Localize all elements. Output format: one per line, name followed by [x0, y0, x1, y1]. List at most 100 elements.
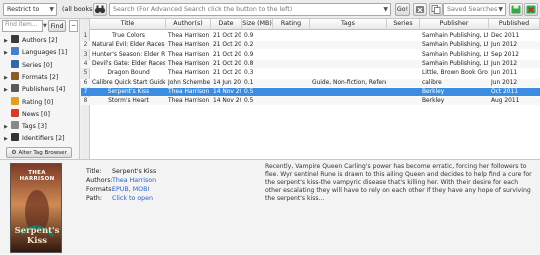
column-header[interactable]: Date	[211, 19, 242, 30]
title-value: Serpent's Kiss	[112, 168, 157, 175]
table-row[interactable]: 2 Natural Evil: Elder Races, Bo...Thea Ha…	[81, 41, 540, 50]
cell-size: 0.2	[244, 42, 254, 49]
table-row[interactable]: 6 Calibre Quick Start Guide John Schember 1…	[81, 78, 540, 87]
cell-date: 21 Oct 2012	[213, 51, 241, 58]
save-search-button[interactable]	[509, 3, 523, 16]
clear-search-button[interactable]	[413, 3, 427, 16]
minus-icon: −	[70, 22, 77, 29]
cell-series	[389, 60, 419, 68]
tag-category-item[interactable]: Series [0]	[4, 59, 78, 73]
book-cover[interactable]: THEA HARRISON Serpent's Kiss	[10, 163, 62, 253]
go-button[interactable]: Go!	[395, 3, 410, 16]
column-header[interactable]: Author(s)	[166, 19, 211, 30]
expand-arrow-icon[interactable]: ▶	[4, 72, 9, 84]
tag-category-item[interactable]: ▶ Authors [2]	[4, 35, 78, 48]
cell-tags	[312, 32, 386, 40]
cell-date: 14 Nov 2011	[213, 88, 241, 95]
cell-publisher: Samhain Publishing, Ltd.	[422, 60, 488, 67]
cell-series	[389, 41, 419, 49]
table-row[interactable]: 4 Devil's Gate: Elder Races, Bo...Thea Ha…	[81, 59, 540, 68]
table-row[interactable]: 3 Hunter's Season: Elder Race...Thea Harr…	[81, 51, 540, 59]
cell-size: 0.5	[244, 98, 254, 105]
restrict-to-label: Restrict to	[7, 6, 40, 13]
find-row: Find item... ▼ Find −	[2, 20, 78, 33]
expand-arrow-icon[interactable]: ▶	[4, 133, 9, 145]
cell-publisher: Berkley	[422, 98, 445, 105]
formats-link[interactable]: EPUB, MOBI	[112, 186, 149, 193]
path-link[interactable]: Click to open	[112, 195, 153, 202]
table-row[interactable]: 5 Dragon Bound Thea Harrison21 Oct 20120.3…	[81, 69, 540, 77]
tag-category-label: Authors [2]	[22, 37, 58, 44]
advanced-search-button[interactable]	[93, 3, 107, 16]
authors-link[interactable]: Thea Harrison	[112, 177, 156, 184]
tag-category-item[interactable]: ▶ Publishers [4]	[4, 84, 78, 97]
cell-rating	[275, 69, 309, 77]
chevron-down-icon: ▼	[383, 6, 388, 13]
cell-rating	[275, 60, 309, 68]
column-header[interactable]: Published	[489, 19, 540, 30]
restrict-to-combo[interactable]: Restrict to ▼	[3, 3, 57, 16]
cell-size: 0.1	[244, 79, 254, 86]
column-header[interactable]: Rating	[273, 19, 310, 30]
cell-title: Storm's Heart	[108, 98, 149, 105]
table-row[interactable]: 1 True Colors Thea Harrison21 Oct 20120.9 S…	[81, 32, 540, 40]
cell-rating	[275, 41, 309, 49]
tag-category-item[interactable]: ▶ Identifiers [2]	[4, 133, 78, 146]
cell-series	[389, 51, 419, 59]
copy-icon	[431, 5, 441, 14]
table-row[interactable]: 7 Serpent's Kiss Thea Harrison14 Nov 20110…	[81, 87, 540, 96]
tag-category-item[interactable]: Rating [0]	[4, 96, 78, 110]
tag-category-label: Rating [0]	[22, 98, 54, 106]
column-header[interactable]: Tags	[310, 19, 387, 30]
column-header[interactable]: Publisher	[420, 19, 489, 30]
cell-published: Jun 2012	[491, 60, 518, 67]
copy-search-button[interactable]	[429, 3, 443, 16]
series-icon	[11, 59, 19, 68]
book-list: Title Author(s) Date Size (MB) Rating Tags Ser…	[81, 19, 540, 159]
tag-category-item[interactable]: ▶ Formats [2]	[4, 71, 78, 85]
alter-tag-browser-button[interactable]: ⚙ Alter Tag Browser	[6, 147, 72, 158]
row-number: 8	[83, 98, 88, 105]
search-toolbar: Restrict to ▼ (all books) Search (For Ad…	[0, 0, 540, 19]
alter-tag-browser-label: Alter Tag Browser	[18, 150, 67, 156]
expand-arrow-icon[interactable]: ▶	[4, 121, 9, 133]
search-input[interactable]: Search (For Advanced Search click the bu…	[109, 3, 391, 16]
all-books-label: (all books)	[62, 6, 95, 13]
delete-search-icon	[526, 5, 536, 14]
cover-title-text: Serpent's Kiss	[14, 226, 60, 246]
cell-title: True Colors	[112, 33, 145, 39]
column-header[interactable]: Size (MB)	[242, 19, 273, 30]
chevron-down-icon: ▼	[49, 6, 54, 13]
collapse-all-button[interactable]: −	[69, 20, 78, 32]
path-label: Path:	[86, 195, 102, 202]
cell-author: Thea Harrison	[168, 60, 210, 67]
row-number: 3	[83, 51, 88, 58]
person-icon	[11, 35, 19, 43]
expand-arrow-icon[interactable]: ▶	[4, 84, 9, 96]
cell-tags	[312, 88, 386, 96]
column-header[interactable]: Series	[387, 19, 420, 30]
cell-published: Dec 2011	[491, 33, 520, 39]
find-item-input[interactable]: Find item...	[2, 20, 43, 32]
column-header[interactable]: Title	[90, 19, 166, 30]
cell-rating	[275, 79, 309, 87]
cell-author: Thea Harrison	[168, 70, 210, 77]
find-button[interactable]: Find	[48, 20, 66, 32]
tag-category-item[interactable]: ▶ Tags [3]	[4, 121, 78, 134]
cell-date: 14 Nov 2011	[213, 98, 241, 105]
delete-search-button[interactable]	[524, 3, 538, 16]
tag-category-item[interactable]: News [0]	[4, 108, 78, 122]
globe-icon	[11, 47, 19, 56]
saved-searches-combo[interactable]: Saved Searches ▼	[443, 3, 506, 16]
tag-category-item[interactable]: ▶ Languages [1]	[4, 47, 78, 60]
expand-arrow-icon[interactable]: ▶	[4, 35, 9, 47]
table-row[interactable]: 8 Storm's Heart Thea Harrison14 Nov 20110.…	[81, 97, 540, 106]
expand-arrow-icon[interactable]: ▶	[4, 47, 9, 59]
cell-rating	[275, 51, 309, 59]
cell-author: John Schember	[168, 79, 210, 86]
cell-size: 0.8	[244, 60, 254, 67]
tag-icon	[11, 121, 19, 130]
cell-author: Thea Harrison	[168, 33, 210, 39]
cell-series	[389, 97, 419, 105]
publisher-icon	[11, 84, 19, 93]
